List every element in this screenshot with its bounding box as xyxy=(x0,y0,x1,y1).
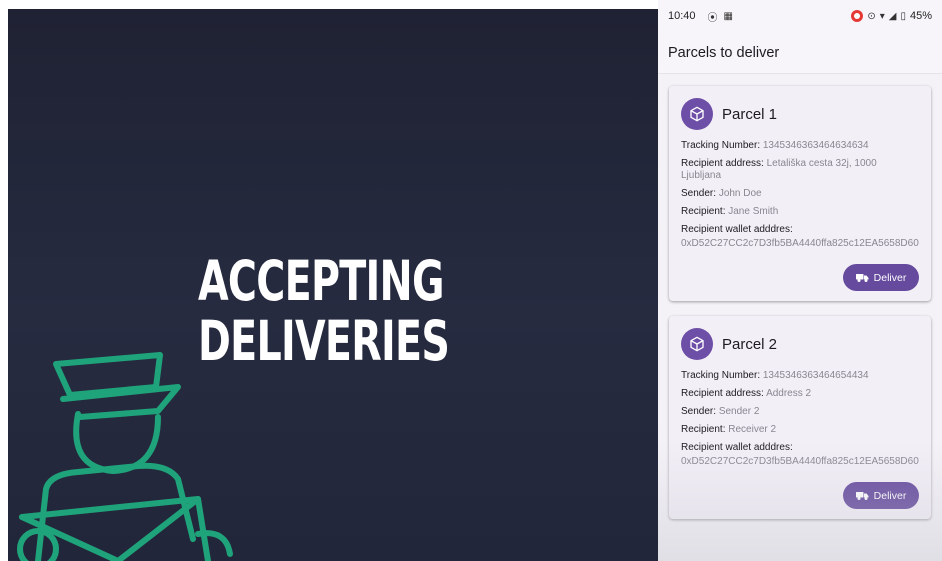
truck-icon xyxy=(855,273,869,282)
battery-percent: 45% xyxy=(909,10,932,22)
phone-screen: 10:40 ⦿ ▦ ⊙ ▾ ◢ ▯ 45% Parcels to deliver xyxy=(658,0,942,561)
parcel-title: Parcel 1 xyxy=(722,105,778,123)
deliver-button[interactable]: Deliver xyxy=(843,482,919,509)
wallet-label: Recipient wallet adddres: xyxy=(681,442,793,453)
recipient: Recipient: Receiver 2 xyxy=(681,424,777,435)
courier-with-envelope-icon xyxy=(17,352,233,561)
app-bar: Parcels to deliver xyxy=(658,32,942,74)
sender: Sender: Sender 2 xyxy=(681,406,760,417)
wifi-icon: ▾ xyxy=(879,10,885,22)
status-time: 10:40 xyxy=(668,10,696,22)
tracking-number: Tracking Number: 1345346363464654434 xyxy=(681,370,869,381)
recipient: Recipient: Jane Smith xyxy=(681,206,779,217)
signal-icon: ◢ xyxy=(888,10,897,22)
wallet-label: Recipient wallet adddres: xyxy=(681,224,793,235)
recipient-address: Recipient address: Letališka cesta 32j, … xyxy=(681,158,877,181)
parcel-card[interactable]: Parcel 2 Tracking Number: 13453463634646… xyxy=(669,316,931,519)
battery-icon: ▯ xyxy=(900,10,906,22)
location-icon: ⊙ xyxy=(867,10,876,22)
deliver-button[interactable]: Deliver xyxy=(843,264,919,291)
parcel-list[interactable]: Parcel 1 Tracking Number: 13453463634646… xyxy=(658,74,942,519)
page-title: Parcels to deliver xyxy=(668,44,780,61)
truck-icon xyxy=(855,491,869,500)
sender: Sender: John Doe xyxy=(681,188,762,199)
status-bar: 10:40 ⦿ ▦ ⊙ ▾ ◢ ▯ 45% xyxy=(658,0,942,32)
wallet-address: 0xD52C27CC2c7D3fb5BA4440ffa825c12EA5658D… xyxy=(681,456,919,467)
recipient-address: Recipient address: Address 2 xyxy=(681,388,812,399)
video-slide: ACCEPTING DELIVERIES xyxy=(8,9,658,561)
deliver-label: Deliver xyxy=(873,489,907,502)
notification-icon: ▦ xyxy=(723,10,733,22)
package-icon xyxy=(681,328,713,360)
deliver-label: Deliver xyxy=(873,271,907,284)
record-icon: ⦿ xyxy=(707,12,718,24)
parcel-title: Parcel 2 xyxy=(722,335,778,353)
slide-title-line-1: ACCEPTING xyxy=(198,249,444,313)
wallet-address: 0xD52C27CC2c7D3fb5BA4440ffa825c12EA5658D… xyxy=(681,238,919,249)
tracking-number: Tracking Number: 1345346363464634634 xyxy=(681,140,869,151)
parcel-card[interactable]: Parcel 1 Tracking Number: 13453463634646… xyxy=(669,86,931,301)
screen-record-icon xyxy=(851,10,864,22)
package-icon xyxy=(681,98,713,130)
